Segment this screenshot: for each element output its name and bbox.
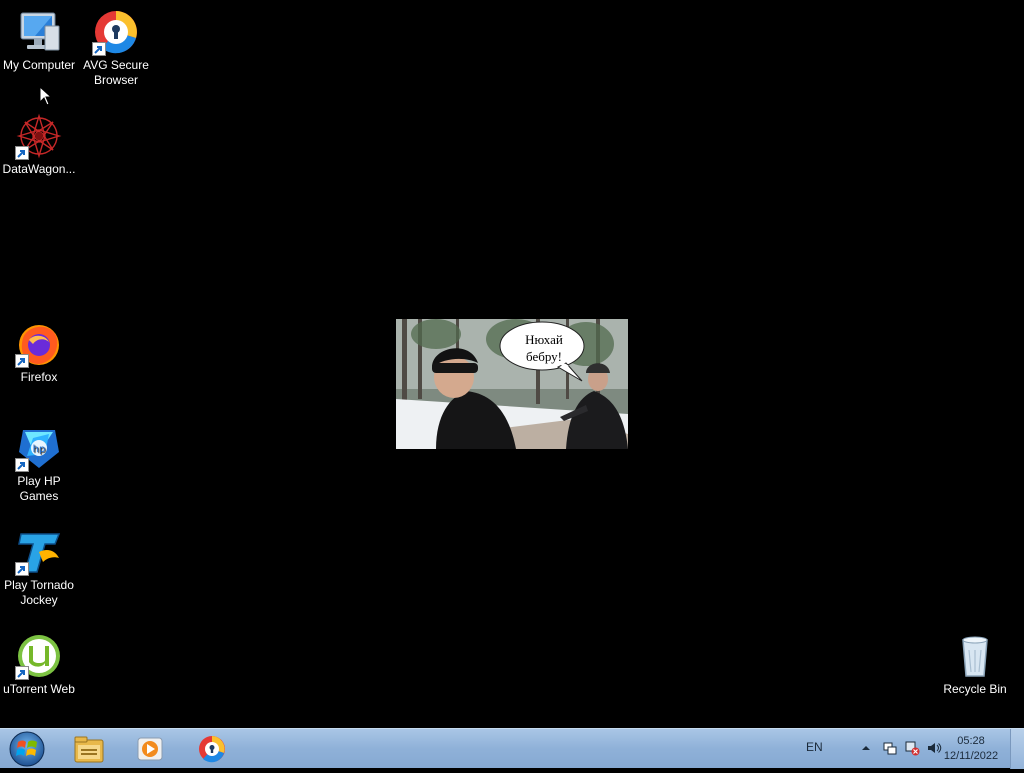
action-center-icon[interactable] [882,740,898,756]
show-desktop-button[interactable] [1010,729,1024,769]
desktop-icon-label: AVG Secure Browser [83,58,149,87]
desktop-icon-recycle-bin[interactable]: Recycle Bin [936,632,1014,697]
media-player-icon [137,737,163,761]
desktop-icon-datawagon[interactable]: DataWagon... [0,112,78,177]
desktop: My Computer AVG Secure Browser DataWagon… [0,0,1024,728]
shortcut-arrow-icon [92,42,106,56]
desktop-icon-my-computer[interactable]: My Computer [0,8,78,73]
clock[interactable]: 05:28 12/11/2022 [938,734,1004,764]
firefox-icon [15,320,63,368]
taskbar-media-player[interactable] [124,731,176,767]
desktop-icon-label: Play HP Games [17,474,61,503]
desktop-icon-label: Recycle Bin [943,682,1007,696]
desktop-icon-label: DataWagon... [2,162,76,176]
datawagon-icon [15,112,63,160]
tornado-jockey-icon [15,528,63,576]
shortcut-arrow-icon [15,458,29,472]
taskbar-file-explorer[interactable] [63,731,115,767]
file-explorer-icon [74,736,104,763]
clock-date: 12/11/2022 [943,750,999,762]
desktop-icon-label: uTorrent Web [3,682,75,696]
mouse-cursor-icon [39,85,53,106]
taskbar: EN 05:28 12/11/2022 [0,728,1024,769]
network-disconnected-icon[interactable] [904,740,920,756]
avg-browser-icon [92,8,140,56]
avg-browser-icon [199,736,225,763]
svg-text:hp: hp [33,444,46,455]
desktop-icon-label: Firefox [20,370,58,384]
speech-bubble-text: Нюхай бебру! [525,332,563,364]
clock-time: 05:28 [957,735,985,747]
desktop-icon-label: My Computer [2,58,76,72]
desktop-icon-play-hp-games[interactable]: hp Play HP Games [0,424,78,504]
shortcut-arrow-icon [15,146,29,160]
start-orb-icon [9,731,45,767]
shortcut-arrow-icon [15,354,29,368]
show-hidden-icons-icon[interactable] [858,740,874,756]
language-indicator[interactable]: EN [806,740,823,754]
computer-icon [15,8,63,56]
recycle-bin-icon [951,632,999,680]
start-button[interactable] [6,730,48,768]
utorrent-icon [15,632,63,680]
desktop-icon-firefox[interactable]: Firefox [0,320,78,385]
system-tray: EN 05:28 12/11/2022 [774,729,1024,769]
desktop-icon-avg-secure-browser[interactable]: AVG Secure Browser [77,8,155,88]
desktop-icon-play-tornado-jockey[interactable]: Play Tornado Jockey [0,528,78,608]
taskbar-avg-browser[interactable] [186,731,238,767]
shortcut-arrow-icon [15,666,29,680]
shortcut-arrow-icon [15,562,29,576]
hp-games-icon: hp [15,424,63,472]
desktop-icon-label: Play Tornado Jockey [4,578,74,607]
desktop-icon-utorrent-web[interactable]: uTorrent Web [0,632,78,697]
